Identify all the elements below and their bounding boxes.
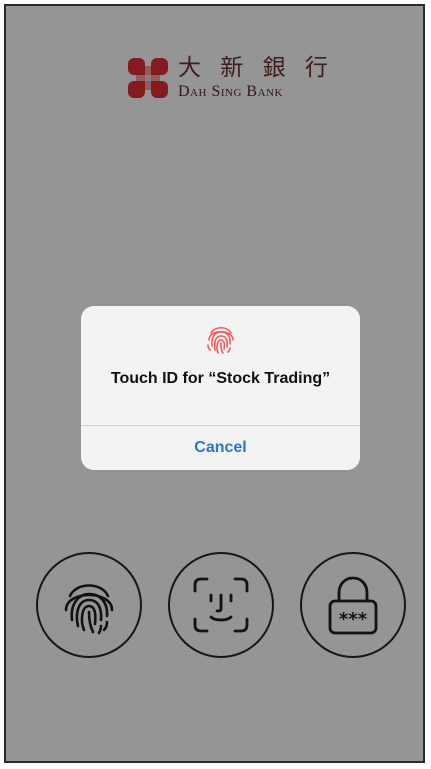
touch-id-fingerprint-icon (206, 326, 234, 354)
cancel-button[interactable]: Cancel (81, 426, 360, 470)
dialog-title: Touch ID for “Stock Trading” (110, 370, 331, 387)
app-screen: 大 新 銀 行 Dah Sing Bank *** Touch ID for “… (4, 4, 425, 763)
touch-id-dialog: Touch ID for “Stock Trading” Cancel (81, 306, 360, 470)
